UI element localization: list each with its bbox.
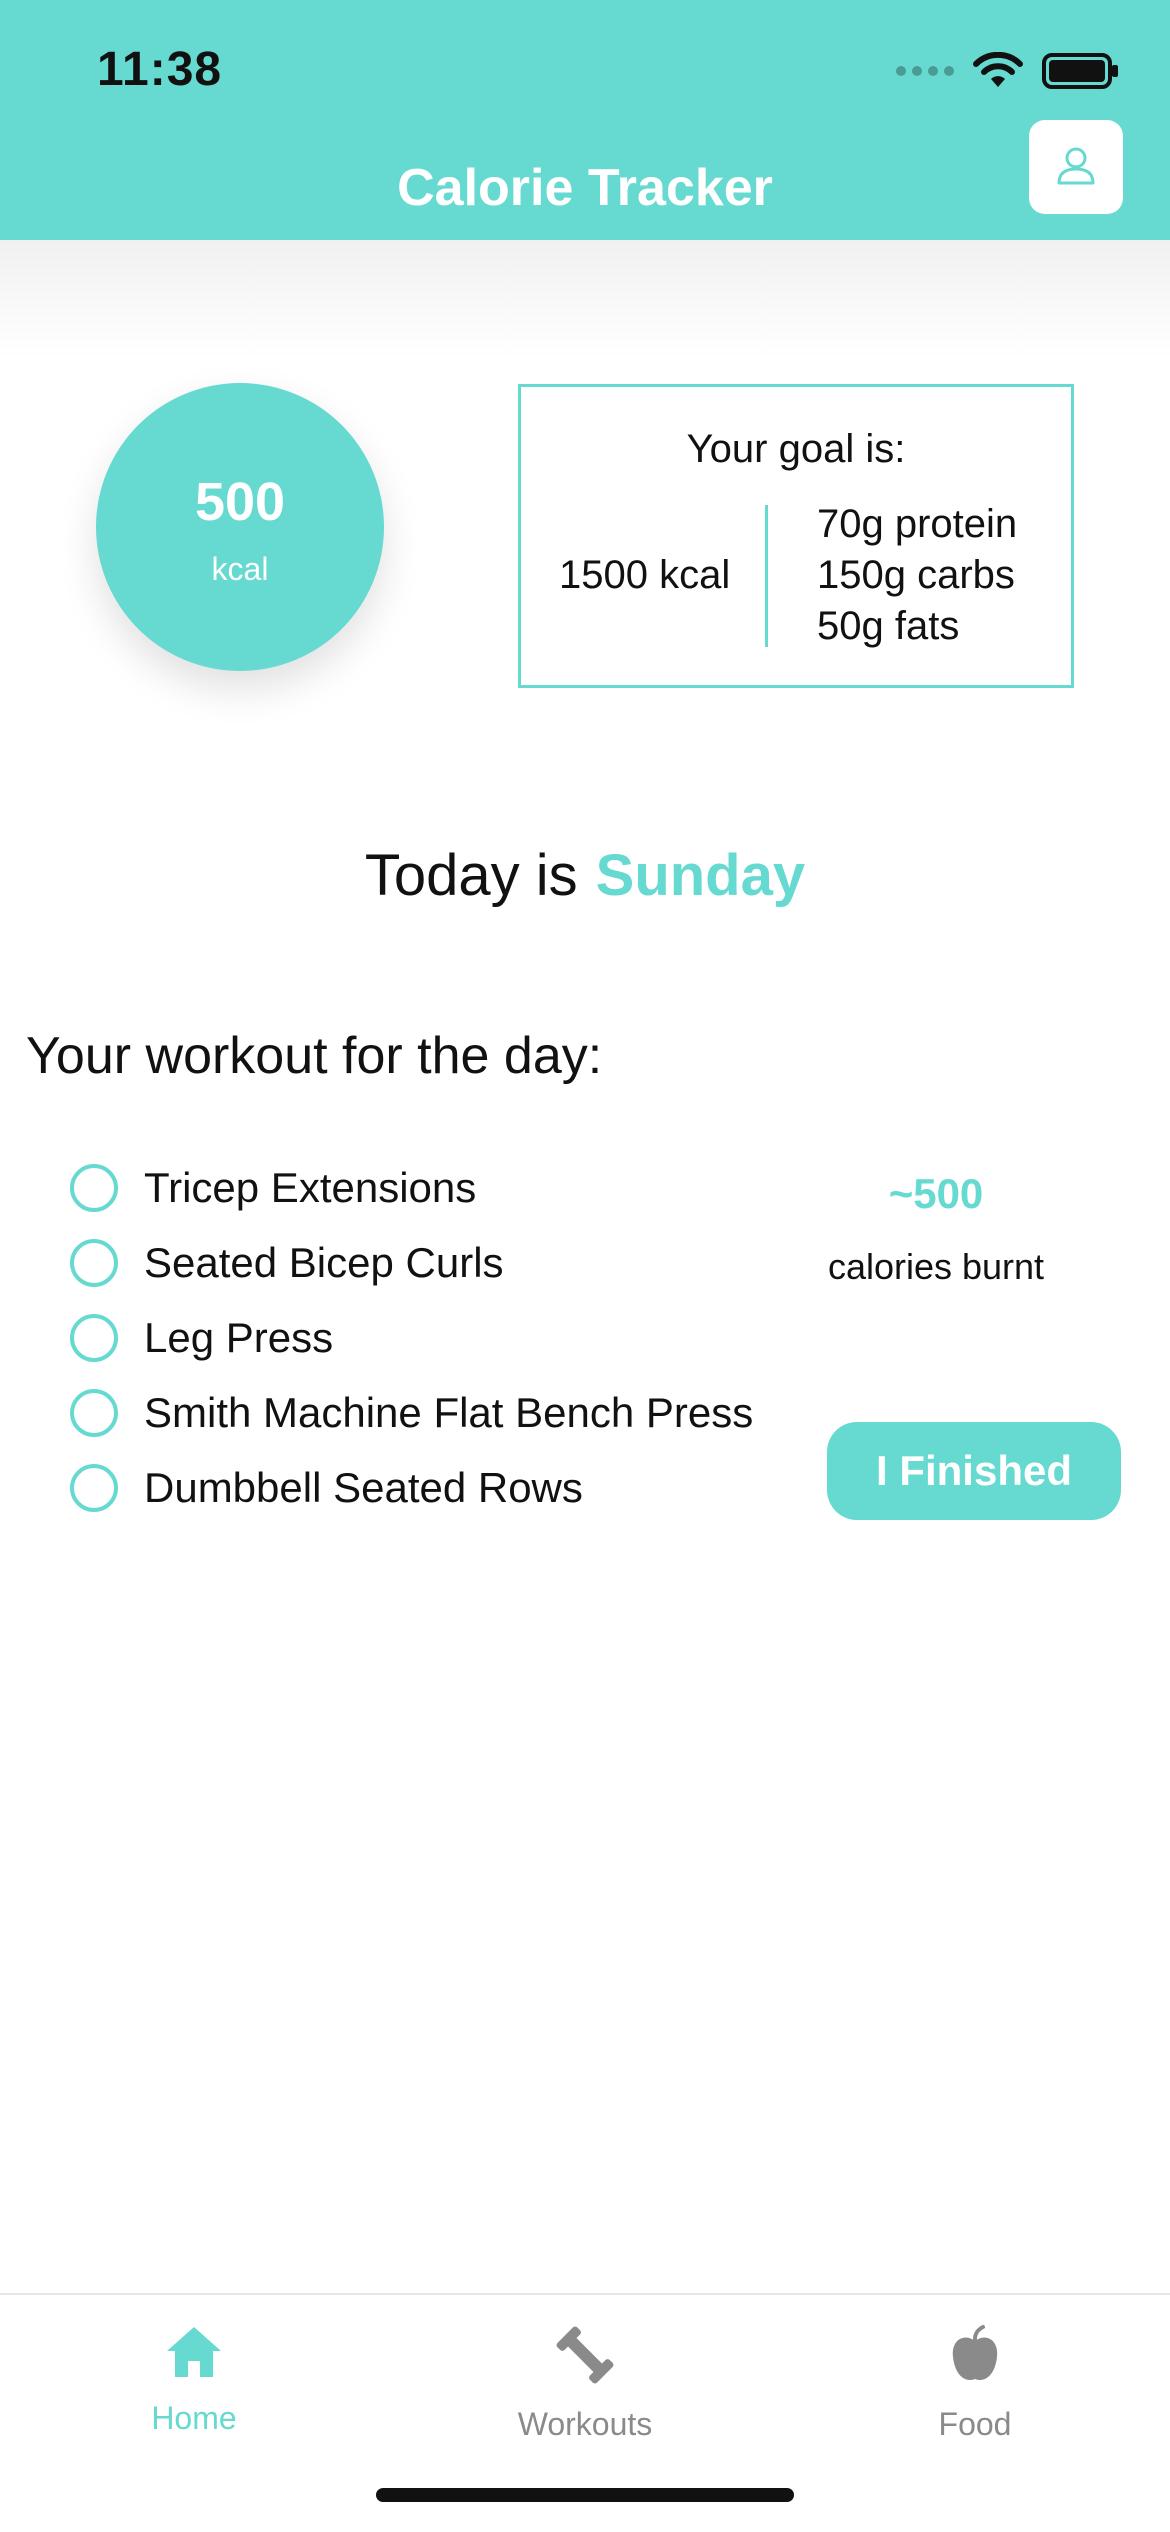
workout-item[interactable]: Dumbbell Seated Rows xyxy=(70,1450,753,1525)
today-prefix: Today is xyxy=(364,843,578,908)
tab-food-label: Food xyxy=(938,2406,1012,2442)
app-header: 11:38 Calorie Tracker xyxy=(0,0,1170,240)
tab-workouts-label: Workouts xyxy=(517,2406,653,2442)
battery-icon xyxy=(1042,53,1120,89)
goal-box: Your goal is: 1500 kcal 70g protein 150g… xyxy=(518,384,1074,688)
tab-food[interactable]: Food xyxy=(855,2323,1095,2443)
workout-checkbox[interactable] xyxy=(70,1388,118,1437)
tab-workouts[interactable]: Workouts xyxy=(465,2323,705,2443)
goal-title: Your goal is: xyxy=(686,427,906,471)
profile-button[interactable] xyxy=(1029,120,1123,214)
home-icon xyxy=(163,2327,225,2385)
page-title: Calorie Tracker xyxy=(397,159,773,217)
status-icons xyxy=(896,52,1120,90)
today-day: Sunday xyxy=(595,843,806,908)
header-shadow xyxy=(0,240,1170,360)
calories-burnt-value: ~500 xyxy=(888,1170,984,1217)
calorie-value: 500 xyxy=(194,472,286,532)
workout-item[interactable]: Seated Bicep Curls xyxy=(70,1225,753,1300)
home-indicator xyxy=(376,2488,794,2502)
workout-label: Tricep Extensions xyxy=(144,1163,477,1211)
goal-macros: 70g protein 150g carbs 50g fats xyxy=(817,499,1017,652)
workout-item[interactable]: Tricep Extensions xyxy=(70,1150,753,1225)
tab-home[interactable]: Home xyxy=(74,2323,314,2437)
tab-home-label: Home xyxy=(151,2400,237,2436)
workout-checkbox[interactable] xyxy=(70,1163,118,1212)
goal-protein: 70g protein xyxy=(817,502,1018,546)
goal-carbs: 150g carbs xyxy=(817,553,1015,597)
calories-burnt-label: calories burnt xyxy=(827,1246,1045,1287)
calorie-unit: kcal xyxy=(211,551,269,587)
workout-checkbox[interactable] xyxy=(70,1238,118,1287)
user-icon xyxy=(1053,143,1099,192)
workout-checkbox[interactable] xyxy=(70,1463,118,1512)
workout-heading: Your workout for the day: xyxy=(26,1027,603,1085)
workout-item[interactable]: Smith Machine Flat Bench Press xyxy=(70,1375,753,1450)
workout-list: Tricep Extensions Seated Bicep Curls Leg… xyxy=(70,1150,753,1525)
goal-divider xyxy=(765,505,768,647)
workout-item[interactable]: Leg Press xyxy=(70,1300,753,1375)
finished-button[interactable]: I Finished xyxy=(827,1422,1121,1520)
calorie-circle: 500 kcal xyxy=(96,383,384,671)
workout-label: Dumbbell Seated Rows xyxy=(144,1463,583,1511)
today-banner: Today is Sunday xyxy=(0,842,1170,909)
dumbbell-icon xyxy=(553,2326,617,2391)
wifi-icon xyxy=(972,52,1024,90)
status-time: 11:38 xyxy=(97,43,223,96)
workout-label: Seated Bicep Curls xyxy=(144,1238,504,1286)
goal-fats: 50g fats xyxy=(817,604,960,648)
workout-label: Smith Machine Flat Bench Press xyxy=(144,1388,754,1436)
signal-icon xyxy=(896,66,954,76)
workout-checkbox[interactable] xyxy=(70,1313,118,1362)
apple-icon xyxy=(947,2325,1003,2391)
workout-label: Leg Press xyxy=(144,1313,334,1361)
goal-kcal: 1500 kcal xyxy=(559,553,731,597)
